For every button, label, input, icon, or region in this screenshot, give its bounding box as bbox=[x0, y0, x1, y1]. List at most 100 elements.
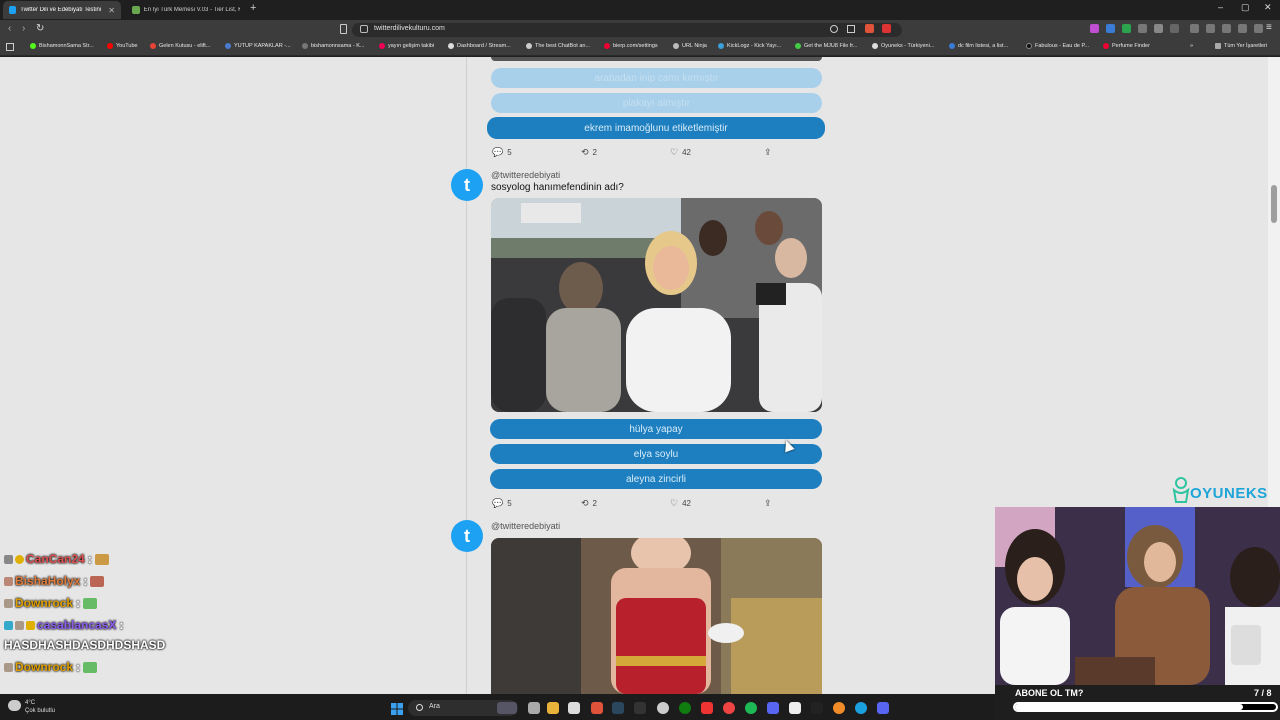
share-button[interactable]: ⇪ bbox=[764, 147, 776, 158]
bookmark-page-icon[interactable] bbox=[340, 24, 347, 34]
downloads-icon[interactable] bbox=[1206, 24, 1215, 33]
windows-start-icon[interactable] bbox=[391, 702, 403, 715]
bookmark-item[interactable]: Dashboard / Stream... bbox=[448, 43, 511, 49]
file-explorer-icon[interactable] bbox=[547, 702, 559, 714]
bookmark-item[interactable]: BishamonnSama Str... bbox=[30, 43, 94, 49]
bookmark-item[interactable]: dc film listesi, a list... bbox=[949, 43, 1008, 49]
bookmark-item[interactable]: KickLogz - Kick Yayı... bbox=[718, 43, 781, 49]
close-window-button[interactable]: ✕ bbox=[1264, 2, 1272, 13]
extension-1-icon[interactable] bbox=[1090, 24, 1099, 33]
bookmark-item[interactable]: The best ChatBot an... bbox=[526, 43, 590, 49]
extensions-puzzle-icon[interactable] bbox=[1154, 24, 1163, 33]
forward-icon[interactable]: › bbox=[22, 23, 25, 34]
menu-icon[interactable]: ≡ bbox=[1266, 22, 1272, 33]
app-icon[interactable] bbox=[723, 702, 735, 714]
taskbar-search-placeholder[interactable]: Ara bbox=[429, 703, 440, 710]
url-text[interactable]: twitterdilivekulturu.com bbox=[374, 25, 445, 32]
weather-cloud-icon[interactable] bbox=[8, 700, 21, 711]
app-icon[interactable] bbox=[701, 702, 713, 714]
answer-option-button[interactable]: plakayı almıştır bbox=[491, 93, 822, 113]
extension-3-icon[interactable] bbox=[1122, 24, 1131, 33]
minimize-button[interactable]: – bbox=[1218, 2, 1223, 12]
bookmark-item[interactable]: Oyuneks - Türkiyeni... bbox=[872, 43, 934, 49]
widgets-icon[interactable] bbox=[497, 702, 517, 714]
bookmark-icon bbox=[225, 43, 231, 49]
close-tab-icon[interactable]: ✕ bbox=[108, 6, 115, 15]
chat-username[interactable]: Downrock bbox=[15, 596, 73, 610]
heart-icon: ♡ bbox=[670, 147, 679, 157]
share-icon[interactable] bbox=[847, 25, 855, 33]
apps-grid-icon[interactable] bbox=[6, 43, 14, 51]
chat-username[interactable]: Downrock bbox=[15, 660, 73, 674]
bookmark-item[interactable]: Gelen Kutusu - elift... bbox=[150, 43, 210, 49]
tab-twitter-test[interactable]: Twitter Dili ve Edebiyatı Testini Y... ✕ bbox=[3, 1, 121, 19]
back-icon[interactable]: ‹ bbox=[8, 23, 11, 34]
firefox-icon[interactable] bbox=[833, 702, 845, 714]
like-stat[interactable]: ♡ 42 bbox=[670, 498, 691, 509]
like-stat[interactable]: ♡ 42 bbox=[670, 147, 691, 158]
vpn-icon[interactable] bbox=[1238, 24, 1247, 33]
steam-icon[interactable] bbox=[612, 702, 624, 714]
sidebar-toggle-icon[interactable] bbox=[1170, 24, 1179, 33]
wallet-icon[interactable] bbox=[1222, 24, 1231, 33]
retweet-stat[interactable]: ⟲ 2 bbox=[581, 498, 597, 509]
tab-tier-list[interactable]: En İyi Türk Memesi V.03 - Tier List, Ki.… bbox=[126, 1, 246, 19]
answer-option-button[interactable]: arabadan inip camı kırmıştır bbox=[491, 68, 822, 88]
twitter-avatar-icon[interactable]: t bbox=[451, 169, 483, 201]
post-handle[interactable]: @twitteredebiyati bbox=[491, 170, 560, 180]
prev-post-image-edge bbox=[491, 57, 822, 61]
brave-shields-icon[interactable] bbox=[865, 24, 874, 33]
site-info-icon[interactable] bbox=[360, 25, 368, 33]
all-bookmarks-button[interactable]: Tüm Yer İşaretleri bbox=[1215, 43, 1267, 49]
new-tab-button[interactable]: + bbox=[250, 2, 256, 14]
chat-username[interactable]: BishaHolyx bbox=[15, 574, 80, 588]
post-image[interactable] bbox=[491, 198, 822, 412]
capcut-icon[interactable] bbox=[811, 702, 823, 714]
app-icon[interactable] bbox=[568, 702, 580, 714]
spotify-icon[interactable] bbox=[745, 702, 757, 714]
post-handle[interactable]: @twitteredebiyati bbox=[491, 521, 560, 531]
brave-browser-icon[interactable] bbox=[591, 702, 603, 714]
chat-username[interactable]: casablancasX bbox=[37, 618, 116, 632]
epic-games-icon[interactable] bbox=[634, 702, 646, 714]
answer-option-button[interactable]: aleyna zincirli bbox=[490, 469, 822, 489]
extension-2-icon[interactable] bbox=[1106, 24, 1115, 33]
bookmark-item[interactable]: URL Ninja bbox=[673, 43, 707, 49]
search-icon bbox=[416, 704, 423, 711]
playlist-icon[interactable] bbox=[1190, 24, 1199, 33]
brave-rewards-icon[interactable] bbox=[882, 24, 891, 33]
bookmarks-overflow-button[interactable]: » bbox=[1190, 43, 1193, 49]
bookmark-item[interactable]: Fabulous - Eau de P... bbox=[1026, 43, 1089, 49]
share-button[interactable]: ⇪ bbox=[764, 498, 776, 509]
bookmark-item[interactable]: yayın gelişim takibi bbox=[379, 43, 434, 49]
twitter-avatar-icon[interactable]: t bbox=[451, 520, 483, 552]
task-view-icon[interactable] bbox=[528, 702, 540, 714]
answer-option-button[interactable]: elya soylu bbox=[490, 444, 822, 464]
bookmark-item[interactable]: Get the MJU8 File fr... bbox=[795, 43, 858, 49]
bookmark-item[interactable]: YUTUP KAPAKLAR -... bbox=[225, 43, 291, 49]
obs-icon[interactable] bbox=[657, 702, 669, 714]
app-icon[interactable] bbox=[877, 702, 889, 714]
answer-option-button[interactable]: hülya yapay bbox=[490, 419, 822, 439]
notepad-icon[interactable] bbox=[789, 702, 801, 714]
profile-icon[interactable] bbox=[1254, 24, 1263, 33]
maximize-button[interactable]: ▢ bbox=[1241, 2, 1250, 13]
reply-stat[interactable]: 💬 5 bbox=[492, 498, 512, 509]
post-image[interactable] bbox=[491, 538, 822, 694]
answer-option-button[interactable]: ekrem imamoğlunu etiketlemiştir bbox=[487, 117, 825, 139]
reload-icon[interactable]: ↻ bbox=[36, 23, 44, 34]
scrollbar-thumb[interactable] bbox=[1271, 185, 1277, 223]
retweet-stat[interactable]: ⟲ 2 bbox=[581, 147, 597, 158]
bookmark-item[interactable]: Perfume Finder bbox=[1103, 43, 1150, 49]
bookmark-item[interactable]: bishamonnsama - K... bbox=[302, 43, 365, 49]
bookmark-item[interactable]: bierp.com/settings bbox=[604, 43, 658, 49]
weather-widget[interactable]: 4°C Çok bulutlu bbox=[25, 699, 55, 715]
extension-4-icon[interactable] bbox=[1138, 24, 1147, 33]
discord-icon[interactable] bbox=[767, 702, 779, 714]
bookmark-item[interactable]: YouTube bbox=[107, 43, 138, 49]
edge-icon[interactable] bbox=[855, 702, 867, 714]
zoom-icon[interactable] bbox=[830, 25, 838, 33]
chat-username[interactable]: CanCan24 bbox=[26, 552, 85, 566]
reply-stat[interactable]: 💬 5 bbox=[492, 147, 512, 158]
xbox-icon[interactable] bbox=[679, 702, 691, 714]
